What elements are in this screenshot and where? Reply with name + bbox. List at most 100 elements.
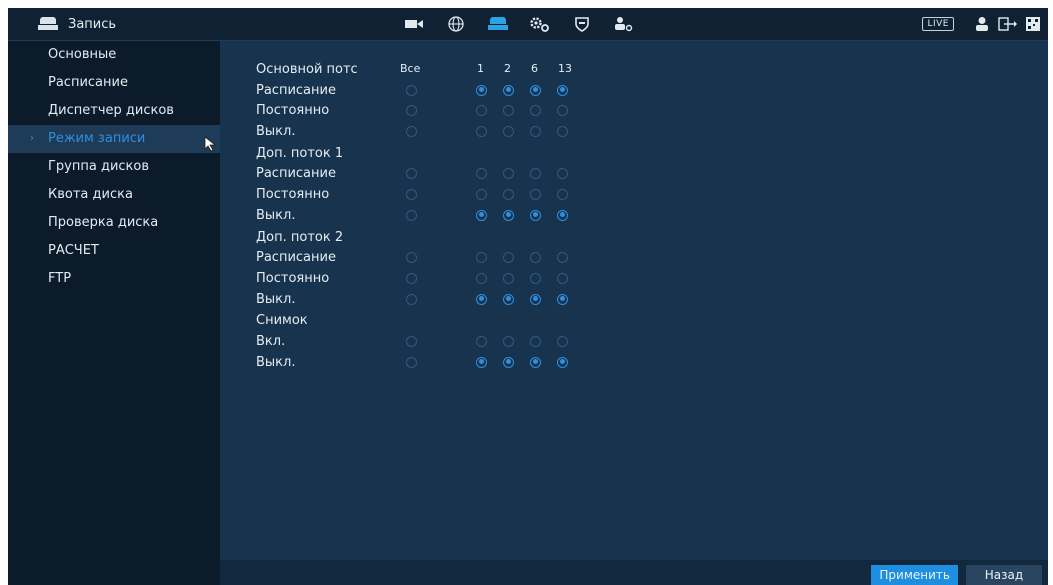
channel-radio[interactable]	[476, 189, 487, 201]
channel-radio[interactable]	[476, 168, 487, 180]
section-title: Доп. поток 2	[256, 229, 344, 245]
channel-column-header: 6	[531, 62, 538, 75]
security-icon[interactable]	[561, 14, 603, 34]
all-channels-radio[interactable]	[406, 84, 417, 96]
channel-radio[interactable]	[557, 209, 568, 221]
all-channels-radio[interactable]	[406, 189, 417, 201]
channel-radio[interactable]	[503, 356, 514, 368]
all-channels-radio[interactable]	[406, 252, 417, 264]
sidebar-item[interactable]: Квота диска	[8, 181, 220, 209]
channel-radio[interactable]	[530, 356, 541, 368]
channel-radio[interactable]	[530, 168, 541, 180]
user-icon[interactable]	[974, 16, 990, 32]
mode-label: Расписание	[256, 82, 336, 98]
channel-radio[interactable]	[503, 272, 514, 284]
page-title: Запись	[68, 16, 117, 32]
main-nav	[393, 14, 645, 34]
account-icon[interactable]	[603, 14, 645, 34]
all-channels-radio[interactable]	[406, 168, 417, 180]
channel-radio[interactable]	[503, 126, 514, 138]
channel-radio[interactable]	[476, 252, 487, 264]
channel-radio[interactable]	[503, 293, 514, 305]
channel-radio[interactable]	[557, 335, 568, 347]
back-button[interactable]: Назад	[966, 565, 1042, 585]
main-stream-header: Основной потс	[256, 62, 358, 77]
channel-radio[interactable]	[557, 272, 568, 284]
mode-label: Постоянно	[256, 270, 330, 286]
channel-radio[interactable]	[476, 105, 487, 117]
mouse-cursor-icon	[204, 136, 218, 156]
channel-radio[interactable]	[557, 84, 568, 96]
sidebar-item-label: Режим записи	[48, 131, 146, 146]
sidebar-item-label: Проверка диска	[48, 215, 159, 230]
logout-icon[interactable]	[998, 17, 1018, 31]
sidebar-item[interactable]: › Режим записи	[8, 125, 220, 153]
qr-code-icon[interactable]	[1026, 17, 1040, 31]
top-bar: Запись LIVE	[8, 8, 1048, 41]
channel-radio[interactable]	[476, 272, 487, 284]
sidebar-item-label: Основные	[48, 47, 117, 62]
channel-radio[interactable]	[530, 293, 541, 305]
channel-radio[interactable]	[530, 105, 541, 117]
channel-radio[interactable]	[476, 335, 487, 347]
channel-radio[interactable]	[530, 126, 541, 138]
channel-radio[interactable]	[503, 252, 514, 264]
all-channels-radio[interactable]	[406, 126, 417, 138]
channel-radio[interactable]	[476, 84, 487, 96]
channel-radio[interactable]	[503, 84, 514, 96]
channel-radio[interactable]	[530, 335, 541, 347]
sidebar-item-label: FTP	[48, 271, 72, 286]
channel-radio[interactable]	[530, 272, 541, 284]
network-icon[interactable]	[435, 14, 477, 34]
channel-radio[interactable]	[557, 293, 568, 305]
channel-radio[interactable]	[476, 356, 487, 368]
channel-radio[interactable]	[476, 209, 487, 221]
channel-radio[interactable]	[557, 126, 568, 138]
apply-button[interactable]: Применить	[871, 565, 958, 585]
sidebar-item[interactable]: Диспетчер дисков	[8, 97, 220, 125]
channel-radio[interactable]	[503, 209, 514, 221]
sidebar-item[interactable]: Проверка диска	[8, 209, 220, 237]
all-channels-radio[interactable]	[406, 335, 417, 347]
channel-radio[interactable]	[503, 335, 514, 347]
live-button[interactable]: LIVE	[922, 17, 954, 31]
sidebar-item[interactable]: Группа дисков	[8, 153, 220, 181]
all-channels-radio[interactable]	[406, 293, 417, 305]
all-channels-radio[interactable]	[406, 272, 417, 284]
sidebar-item-label: Диспетчер дисков	[48, 103, 174, 118]
mode-label: Вкл.	[256, 333, 286, 349]
system-settings-icon[interactable]	[519, 14, 561, 34]
channel-radio[interactable]	[557, 168, 568, 180]
mode-label: Расписание	[256, 166, 336, 182]
channel-radio[interactable]	[557, 252, 568, 264]
mode-label: Расписание	[256, 250, 336, 266]
channel-radio[interactable]	[530, 252, 541, 264]
channel-radio[interactable]	[476, 293, 487, 305]
sidebar-item[interactable]: РАСЧЕТ	[8, 237, 220, 265]
sidebar-item[interactable]: FTP	[8, 265, 220, 293]
channel-radio[interactable]	[530, 84, 541, 96]
channel-radio[interactable]	[503, 189, 514, 201]
channel-radio[interactable]	[530, 189, 541, 201]
all-channels-radio[interactable]	[406, 209, 417, 221]
storage-icon-nav[interactable]	[477, 14, 519, 34]
sidebar-item[interactable]: Расписание	[8, 69, 220, 97]
sidebar-item-label: РАСЧЕТ	[48, 243, 99, 258]
channel-radio[interactable]	[530, 209, 541, 221]
mode-label: Постоянно	[256, 103, 330, 119]
all-channels-radio[interactable]	[406, 105, 417, 117]
app-title-area: Запись	[38, 14, 116, 34]
section-title: Снимок	[256, 313, 308, 329]
sidebar-item-label: Группа дисков	[48, 159, 150, 174]
all-channels-radio[interactable]	[406, 356, 417, 368]
channel-radio[interactable]	[557, 189, 568, 201]
channel-radio[interactable]	[557, 105, 568, 117]
mode-label: Выкл.	[256, 354, 296, 370]
camera-icon[interactable]	[393, 14, 435, 34]
channel-radio[interactable]	[503, 105, 514, 117]
app-window: Запись LIVE Основные Расписание Диспетче…	[8, 8, 1048, 585]
channel-radio[interactable]	[503, 168, 514, 180]
channel-radio[interactable]	[476, 126, 487, 138]
channel-radio[interactable]	[557, 356, 568, 368]
sidebar-item[interactable]: Основные	[8, 41, 220, 69]
